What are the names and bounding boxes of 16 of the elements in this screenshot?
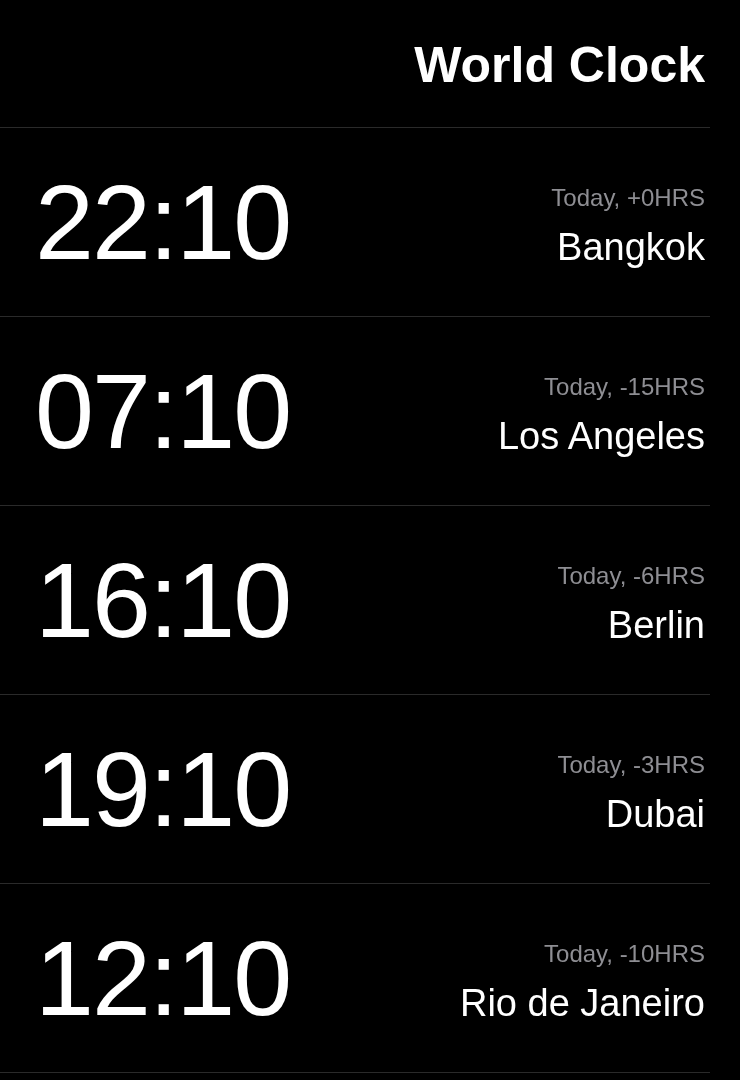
city-name: Dubai [605,792,705,836]
time-offset: Today, -6HRS [557,561,705,590]
screen-title: World Clock [413,36,706,95]
time-offset: Today, -15HRS [544,372,705,401]
time-offset: Today, -3HRS [557,750,705,779]
city-name: Los Angeles [497,414,705,458]
city-name: Rio de Janeiro [459,981,705,1025]
clock-time: 16:10 [35,547,291,653]
clock-time: 07:10 [35,358,291,464]
city-name: Bangkok [557,225,705,269]
time-offset: Today, +0HRS [551,183,705,212]
clock-time: 22:10 [35,169,291,275]
clock-time: 12:10 [35,925,291,1031]
city-name: Berlin [607,603,705,647]
clock-time: 19:10 [35,736,291,842]
time-offset: Today, -10HRS [544,939,705,968]
